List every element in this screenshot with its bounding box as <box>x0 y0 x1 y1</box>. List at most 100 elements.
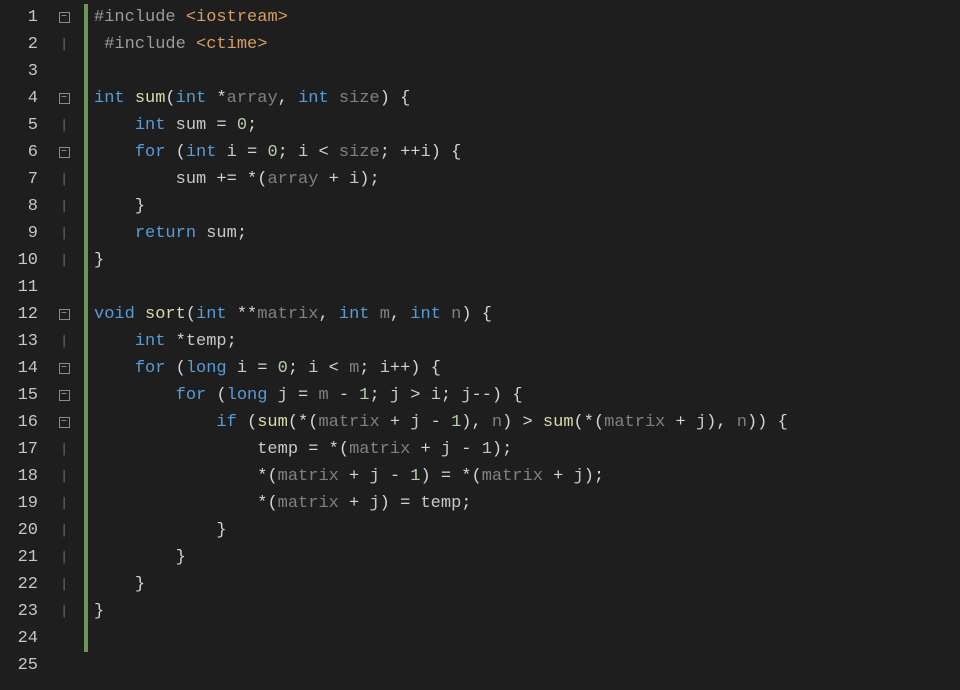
token-punc: ) { <box>380 89 411 108</box>
indent-guide <box>94 143 135 162</box>
token-punc <box>533 413 543 432</box>
token-punc: ) { <box>431 143 462 162</box>
fold-collapse-icon[interactable]: − <box>59 363 70 374</box>
token-kw: int <box>186 143 227 162</box>
code-line[interactable] <box>84 274 960 301</box>
code-line[interactable]: #include <ctime> <box>84 31 960 58</box>
token-punc: ( <box>267 494 277 513</box>
code-line[interactable]: int *temp; <box>84 328 960 355</box>
code-line[interactable]: } <box>84 571 960 598</box>
token-op: + <box>339 494 370 513</box>
token-num: 0 <box>278 359 288 378</box>
token-punc: } <box>176 548 186 567</box>
token-punc: ) { <box>461 305 492 324</box>
fold-collapse-icon[interactable]: − <box>59 93 70 104</box>
token-op: += * <box>206 170 257 189</box>
gutter-row: 23│ <box>0 598 84 625</box>
gutter-row: 3 <box>0 58 84 85</box>
code-line[interactable]: sum += *(array + i); <box>84 166 960 193</box>
fold-collapse-icon[interactable]: − <box>59 309 70 320</box>
line-number: 4 <box>0 89 44 108</box>
fold-collapse-icon[interactable]: − <box>59 12 70 23</box>
token-kw: for <box>176 386 217 405</box>
fold-region[interactable]: − <box>44 417 84 428</box>
token-id: j <box>278 386 288 405</box>
code-line[interactable]: int sum(int *array, int size) { <box>84 85 960 112</box>
token-op: = <box>206 116 237 135</box>
fold-collapse-icon[interactable]: − <box>59 417 70 428</box>
fold-region: │ <box>44 39 84 51</box>
code-line[interactable] <box>84 652 960 679</box>
token-num: 1 <box>359 386 369 405</box>
indent-guide <box>94 467 257 486</box>
token-kw: for <box>135 359 176 378</box>
fold-region: │ <box>44 120 84 132</box>
code-line[interactable]: #include <iostream> <box>84 4 960 31</box>
token-param: n <box>451 305 461 324</box>
fold-region: │ <box>44 525 84 537</box>
fold-region[interactable]: − <box>44 147 84 158</box>
line-number: 2 <box>0 35 44 54</box>
token-op: ++ <box>400 143 420 162</box>
token-kw: void <box>94 305 145 324</box>
gutter-row: 10│ <box>0 247 84 274</box>
code-line[interactable]: } <box>84 544 960 571</box>
gutter-row: 21│ <box>0 544 84 571</box>
line-number: 12 <box>0 305 44 324</box>
code-line[interactable]: *(matrix + j) = temp; <box>84 490 960 517</box>
token-punc: ; <box>359 359 379 378</box>
fold-region[interactable]: − <box>44 363 84 374</box>
fold-region: │ <box>44 498 84 510</box>
token-op: < <box>318 359 349 378</box>
token-kw: int <box>410 305 451 324</box>
line-number: 7 <box>0 170 44 189</box>
fold-region[interactable]: − <box>44 93 84 104</box>
code-line[interactable] <box>84 625 960 652</box>
fold-region: │ <box>44 606 84 618</box>
token-op: = <box>390 494 421 513</box>
code-line[interactable]: return sum; <box>84 220 960 247</box>
token-param: n <box>737 413 747 432</box>
code-editor[interactable]: 1−2│34−5│6−7│8│9│10│1112−13│14−15−16−17│… <box>0 0 960 690</box>
code-line[interactable] <box>84 58 960 85</box>
code-line[interactable]: } <box>84 598 960 625</box>
token-op: > <box>523 413 533 432</box>
token-op: < <box>308 143 339 162</box>
line-number: 13 <box>0 332 44 351</box>
fold-collapse-icon[interactable]: − <box>59 390 70 401</box>
gutter-row: 19│ <box>0 490 84 517</box>
code-line[interactable]: } <box>84 193 960 220</box>
token-num: 0 <box>237 116 247 135</box>
indent-guide <box>94 170 176 189</box>
code-line[interactable]: temp = *(matrix + j - 1); <box>84 436 960 463</box>
token-id: i <box>421 143 431 162</box>
token-punc: ( <box>176 143 186 162</box>
line-number: 25 <box>0 656 44 675</box>
fold-region[interactable]: − <box>44 12 84 23</box>
token-pp: #include <box>94 8 186 27</box>
fold-region: │ <box>44 552 84 564</box>
token-fn: sum <box>135 89 166 108</box>
token-punc: ( <box>186 305 196 324</box>
code-line[interactable]: int sum = 0; <box>84 112 960 139</box>
code-line[interactable]: for (long i = 0; i < m; i++) { <box>84 355 960 382</box>
token-id: sum <box>176 170 207 189</box>
token-punc: ); <box>584 467 604 486</box>
fold-collapse-icon[interactable]: − <box>59 147 70 158</box>
code-line[interactable]: if (sum(*(matrix + j - 1), n) > sum(*(ma… <box>84 409 960 436</box>
code-line[interactable]: *(matrix + j - 1) = *(matrix + j); <box>84 463 960 490</box>
code-line[interactable]: void sort(int **matrix, int m, int n) { <box>84 301 960 328</box>
token-op: * <box>257 494 267 513</box>
token-param: matrix <box>482 467 543 486</box>
code-line[interactable]: } <box>84 247 960 274</box>
fold-region[interactable]: − <box>44 390 84 401</box>
token-param: array <box>227 89 278 108</box>
code-line[interactable]: } <box>84 517 960 544</box>
code-line[interactable]: for (long j = m - 1; j > i; j--) { <box>84 382 960 409</box>
code-line[interactable]: for (int i = 0; i < size; ++i) { <box>84 139 960 166</box>
fold-region[interactable]: − <box>44 309 84 320</box>
code-area[interactable]: #include <iostream> #include <ctime> int … <box>84 0 960 690</box>
token-op: ++ <box>390 359 410 378</box>
indent-guide <box>94 332 135 351</box>
token-punc: ; <box>278 143 298 162</box>
